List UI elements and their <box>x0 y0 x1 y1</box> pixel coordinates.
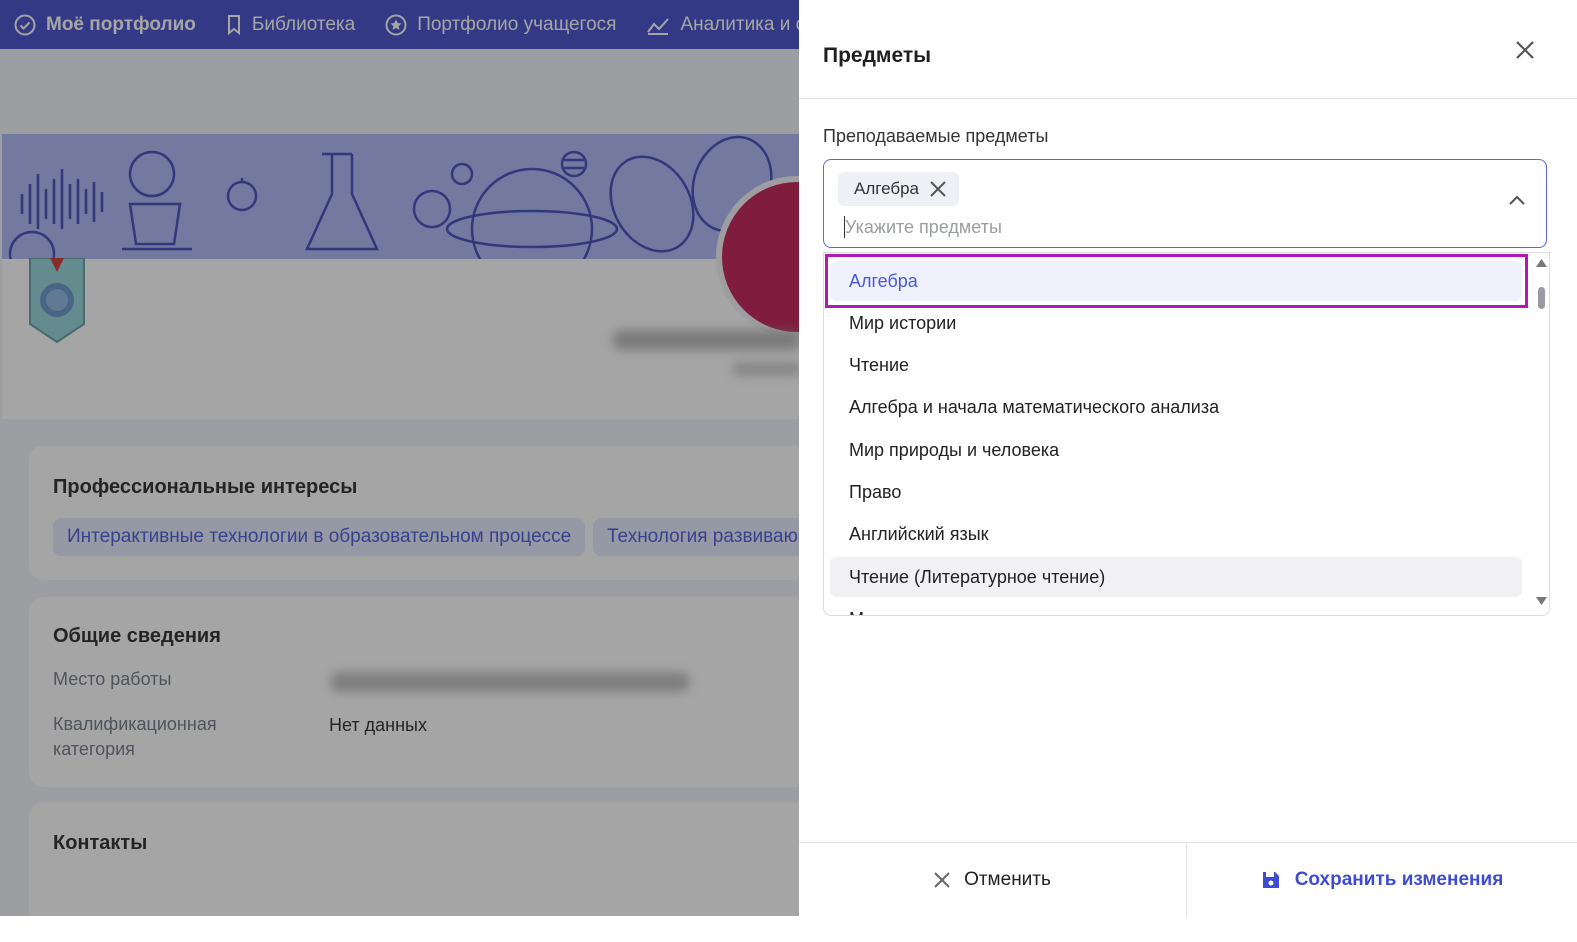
option-item[interactable]: Мир истории <box>830 303 1522 343</box>
dropdown-scrollbar[interactable] <box>1533 253 1549 615</box>
option-item[interactable]: Чтение (Литературное чтение) <box>830 557 1522 597</box>
selected-tag-label: Алгебра <box>854 179 919 198</box>
subjects-multiselect[interactable]: Алгебра <box>823 159 1547 248</box>
subjects-drawer: Предметы Преподаваемые предметы Алгебра … <box>799 0 1577 916</box>
floppy-disk-icon <box>1262 871 1279 888</box>
option-item[interactable]: Право <box>830 472 1522 512</box>
option-item[interactable]: Алгебра <box>830 261 1522 301</box>
option-item[interactable]: Английский язык <box>830 514 1522 554</box>
close-icon <box>934 871 950 888</box>
close-icon <box>930 181 946 197</box>
save-button-label: Сохранить изменения <box>1294 868 1504 890</box>
close-icon <box>1516 41 1534 59</box>
scroll-down-arrow-icon <box>1536 597 1547 605</box>
subjects-field-label: Преподаваемые предметы <box>823 126 1049 146</box>
save-button[interactable]: Сохранить изменения <box>1187 843 1577 916</box>
subjects-search-input[interactable] <box>844 216 1445 238</box>
scroll-up-arrow-icon <box>1536 259 1547 267</box>
cancel-button-label: Отменить <box>964 868 1051 890</box>
selected-tag: Алгебра <box>838 172 959 206</box>
chevron-up-icon[interactable] <box>1508 193 1526 211</box>
option-item[interactable]: М <box>830 599 1522 615</box>
drawer-title: Предметы <box>823 44 932 67</box>
header-divider <box>799 98 1577 99</box>
tag-remove-button[interactable] <box>929 180 947 198</box>
option-item[interactable]: Чтение <box>830 345 1522 385</box>
close-button[interactable] <box>1509 34 1541 66</box>
subjects-dropdown-list: Алгебра Мир истории Чтение Алгебра и нач… <box>823 252 1550 616</box>
cancel-button[interactable]: Отменить <box>799 843 1186 916</box>
option-item[interactable]: Алгебра и начала математического анализа <box>830 387 1522 427</box>
modal-overlay[interactable] <box>0 0 800 916</box>
option-item[interactable]: Мир природы и человека <box>830 430 1522 470</box>
scrollbar-thumb[interactable] <box>1538 287 1545 309</box>
